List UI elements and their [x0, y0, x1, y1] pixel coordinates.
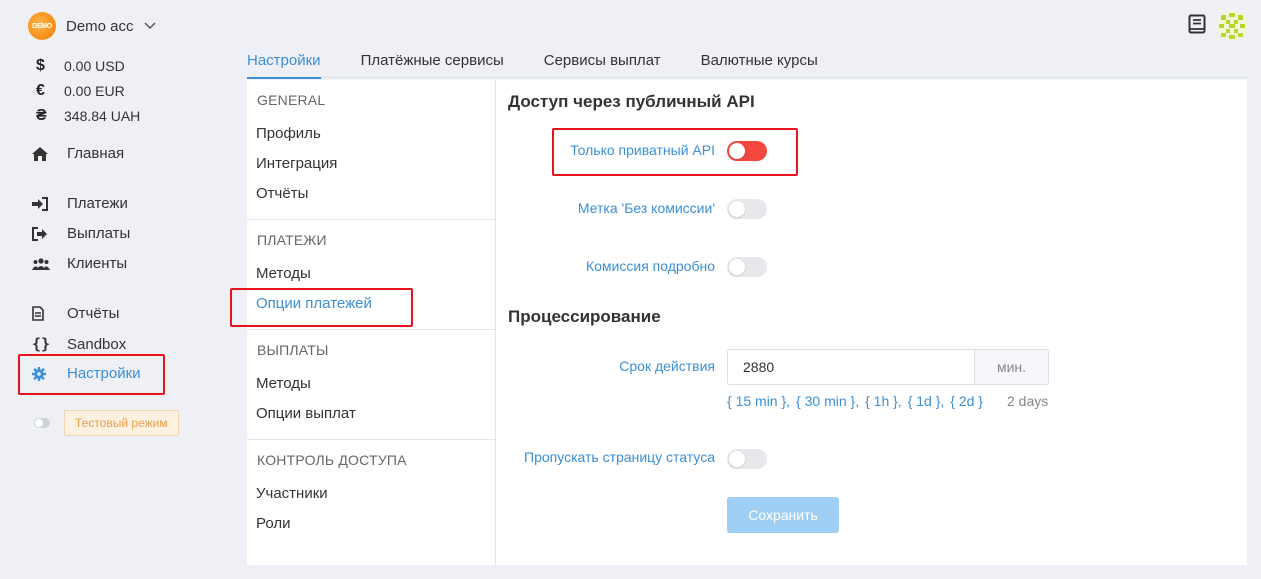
settings-content: Доступ через публичный API Только приват… — [497, 80, 1247, 565]
balance-amount: 0.00 EUR — [64, 83, 125, 99]
private-api-label: Только приватный API — [570, 142, 715, 158]
expiry-hint: 2 days — [1006, 393, 1049, 409]
test-mode-badge[interactable]: Тестовый режим — [64, 410, 179, 436]
subnav-item-reports[interactable]: Отчёты — [256, 185, 308, 202]
nav-home-label: Главная — [67, 145, 125, 162]
tab-payment-services[interactable]: Платёжные сервисы — [361, 48, 504, 78]
dollar-icon: $ — [36, 57, 45, 74]
expiry-unit: мин. — [974, 350, 1048, 384]
home-icon — [32, 146, 67, 161]
subnav-payments: ПЛАТЕЖИ Методы Опции платежей — [247, 219, 496, 329]
fee-details-toggle[interactable] — [727, 257, 767, 277]
balance-eur: € 0.00 EUR — [36, 82, 125, 100]
expiry-presets: { 15 min }, { 30 min }, { 1h }, { 1d }, … — [727, 393, 1048, 409]
users-icon — [32, 257, 67, 270]
preset-1d[interactable]: { 1d }, — [908, 393, 945, 409]
chevron-down-icon — [144, 22, 156, 30]
subnav-heading: КОНТРОЛЬ ДОСТУПА — [257, 452, 407, 468]
expiry-input[interactable] — [728, 350, 974, 384]
nav-payments[interactable]: Платежи — [32, 195, 128, 212]
subnav-item-payout-methods[interactable]: Методы — [256, 375, 311, 392]
nav-settings-label: Настройки — [67, 365, 141, 382]
no-fee-label: Метка 'Без комиссии' — [577, 200, 715, 216]
logo-text: DEMO — [32, 22, 52, 30]
nav-sandbox[interactable]: {} Sandbox — [32, 335, 126, 353]
section-title-api: Доступ через публичный API — [508, 92, 755, 111]
expiry-label: Срок действия — [619, 358, 715, 374]
gear-icon — [32, 366, 67, 381]
section-title-processing: Процессирование — [508, 307, 661, 326]
subnav-item-payout-options[interactable]: Опции выплат — [256, 405, 356, 422]
subnav-item-profile[interactable]: Профиль — [256, 125, 321, 142]
account-switcher[interactable]: DEMO Demo acc — [28, 12, 156, 40]
skip-status-label: Пропускать страницу статуса — [524, 449, 715, 465]
settings-subnav: GENERAL Профиль Интеграция Отчёты ПЛАТЕЖ… — [247, 80, 496, 565]
preset-2d[interactable]: { 2d } — [950, 393, 983, 409]
fee-details-label: Комиссия подробно — [585, 258, 715, 274]
private-api-toggle[interactable] — [727, 141, 767, 161]
nav-payouts-label: Выплаты — [67, 225, 131, 242]
preset-1h[interactable]: { 1h }, — [865, 393, 902, 409]
hryvnia-icon: ₴ — [36, 107, 47, 124]
nav-sandbox-label: Sandbox — [67, 335, 127, 353]
test-mode: Тестовый режим — [34, 410, 179, 436]
settings-panel: GENERAL Профиль Интеграция Отчёты ПЛАТЕЖ… — [247, 80, 1247, 565]
subnav-item-payment-methods[interactable]: Методы — [256, 265, 311, 282]
save-button[interactable]: Сохранить — [727, 497, 839, 533]
balance-usd: $ 0.00 USD — [36, 57, 125, 75]
subnav-item-members[interactable]: Участники — [256, 485, 328, 502]
test-mode-toggle[interactable] — [34, 418, 50, 428]
sign-in-icon — [32, 196, 67, 211]
euro-icon: € — [36, 82, 45, 99]
balance-uah: ₴ 348.84 UAH — [36, 107, 140, 125]
nav-clients-label: Клиенты — [67, 255, 128, 272]
preset-30min[interactable]: { 30 min }, — [796, 393, 859, 409]
sign-out-icon — [32, 226, 67, 241]
subnav-access: КОНТРОЛЬ ДОСТУПА Участники Роли — [247, 439, 496, 565]
nav-settings[interactable]: Настройки — [32, 365, 141, 382]
nav-home[interactable]: Главная — [32, 145, 124, 162]
book-icon[interactable] — [1188, 14, 1206, 34]
preset-15min[interactable]: { 15 min }, — [727, 393, 790, 409]
settings-tabs: Настройки Платёжные сервисы Сервисы выпл… — [247, 48, 1247, 79]
nav-payouts[interactable]: Выплаты — [32, 225, 130, 242]
no-fee-toggle[interactable] — [727, 199, 767, 219]
account-name: Demo acc — [66, 17, 134, 35]
skip-status-toggle[interactable] — [727, 449, 767, 469]
subnav-item-integration[interactable]: Интеграция — [256, 155, 337, 172]
balance-amount: 0.00 USD — [64, 58, 125, 74]
balance-amount: 348.84 UAH — [64, 108, 141, 124]
braces-icon: {} — [32, 335, 51, 353]
subnav-heading: GENERAL — [257, 92, 326, 108]
nav-reports[interactable]: Отчёты — [32, 305, 119, 322]
nav-clients[interactable]: Клиенты — [32, 255, 127, 272]
tab-settings[interactable]: Настройки — [247, 48, 321, 79]
subnav-item-payment-options[interactable]: Опции платежей — [256, 295, 372, 312]
subnav-general: GENERAL Профиль Интеграция Отчёты — [247, 80, 496, 220]
tab-payout-services[interactable]: Сервисы выплат — [544, 48, 661, 78]
subnav-heading: ВЫПЛАТЫ — [257, 342, 329, 358]
subnav-heading: ПЛАТЕЖИ — [257, 232, 327, 248]
subnav-item-roles[interactable]: Роли — [256, 515, 291, 532]
tab-currency-rates[interactable]: Валютные курсы — [701, 48, 818, 78]
sidebar: DEMO Demo acc $ 0.00 USD € 0.00 EUR ₴ 34… — [0, 0, 235, 579]
demo-logo: DEMO — [28, 12, 56, 40]
subnav-payouts: ВЫПЛАТЫ Методы Опции выплат — [247, 329, 496, 439]
avatar[interactable] — [1217, 11, 1247, 41]
expiry-field: мин. — [727, 349, 1049, 385]
nav-payments-label: Платежи — [67, 195, 128, 212]
file-icon — [32, 306, 67, 321]
nav-reports-label: Отчёты — [67, 305, 120, 322]
